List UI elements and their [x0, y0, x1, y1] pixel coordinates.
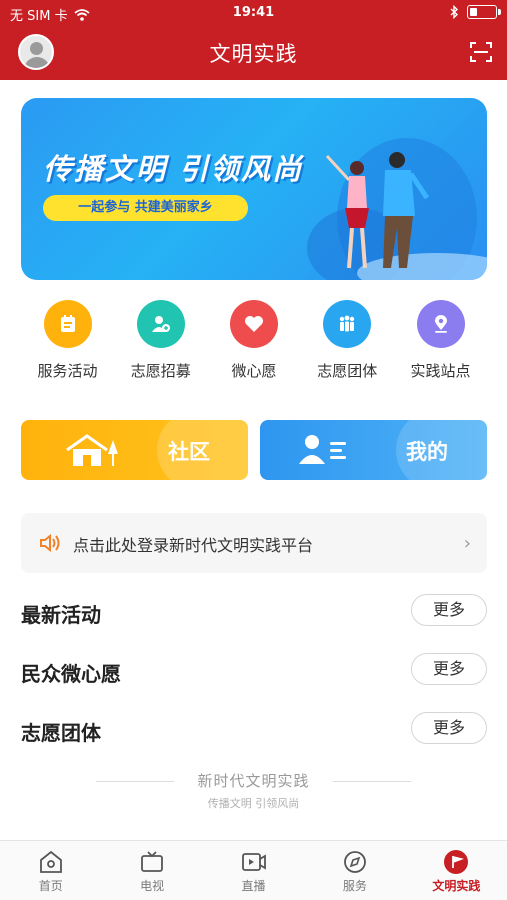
- section-volunteer-groups: 志愿团体 更多: [21, 712, 487, 748]
- quick-link-service-activities[interactable]: 服务活动: [21, 300, 114, 390]
- login-notice[interactable]: 点击此处登录新时代文明实践平台 ›: [21, 513, 487, 573]
- more-button[interactable]: 更多: [411, 712, 487, 744]
- footer-slogan: 新时代文明实践 传播文明 引领风尚: [0, 770, 507, 811]
- banner-illustration: [307, 138, 487, 280]
- more-button[interactable]: 更多: [411, 594, 487, 626]
- more-button[interactable]: 更多: [411, 653, 487, 685]
- heart-icon: [230, 300, 278, 348]
- quick-links: 服务活动 志愿招募 微心愿 志愿团体 实践站点: [21, 300, 487, 390]
- community-button[interactable]: 社区: [21, 420, 248, 480]
- home-icon: [39, 850, 62, 873]
- login-notice-text: 点击此处登录新时代文明实践平台: [73, 536, 314, 555]
- scan-icon[interactable]: [469, 40, 493, 64]
- tab-service[interactable]: 服务: [304, 841, 405, 900]
- live-icon: [241, 853, 266, 871]
- tab-label: 电视: [140, 879, 165, 893]
- quick-link-label: 志愿团体: [317, 362, 378, 380]
- tab-live[interactable]: 直播: [203, 841, 304, 900]
- banner-headline: 传播文明 引领风尚: [43, 152, 304, 186]
- user-add-icon: [136, 300, 185, 348]
- top-bar: 无 SIM 卡 19:41 文明实践: [0, 0, 507, 80]
- profile-card-icon: [299, 435, 346, 464]
- quick-link-practice-sites[interactable]: 实践站点: [394, 300, 487, 390]
- mine-label: 我的: [406, 440, 448, 464]
- speaker-icon: [40, 533, 60, 553]
- quick-link-label: 志愿招募: [130, 362, 191, 380]
- quick-link-volunteer-recruit[interactable]: 志愿招募: [114, 300, 207, 390]
- section-title: 最新活动: [21, 603, 101, 627]
- house-icon: [66, 434, 118, 466]
- banner-tagline: 一起参与 共建美丽家乡: [43, 195, 248, 221]
- tab-label: 直播: [241, 879, 266, 893]
- bluetooth-icon: [450, 5, 459, 19]
- battery-icon: [467, 5, 501, 19]
- tab-label: 文明实践: [432, 879, 481, 893]
- status-time: 19:41: [232, 5, 275, 20]
- slogan-main: 新时代文明实践: [197, 772, 310, 790]
- tab-civilization-practice[interactable]: 文明实践: [406, 841, 507, 900]
- group-icon: [323, 300, 372, 348]
- divider: [333, 781, 411, 782]
- section-public-wishes: 民众微心愿 更多: [21, 653, 487, 689]
- compass-icon: [344, 851, 366, 873]
- community-label: 社区: [168, 440, 210, 464]
- page-title: 文明实践: [209, 42, 298, 66]
- section-latest-activities: 最新活动 更多: [21, 594, 487, 630]
- chevron-right-icon: ›: [463, 533, 471, 554]
- tab-bar: 首页 电视 直播 服务 文明实践: [0, 840, 507, 900]
- tab-label: 首页: [38, 879, 63, 893]
- status-right: [450, 5, 501, 19]
- tv-icon: [141, 851, 164, 872]
- quick-link-label: 实践站点: [410, 362, 471, 380]
- flag-icon: [444, 850, 469, 874]
- tab-tv[interactable]: 电视: [101, 841, 202, 900]
- slogan-sub: 传播文明 引领风尚: [207, 797, 300, 810]
- quick-link-label: 服务活动: [37, 362, 98, 380]
- tab-label: 服务: [342, 879, 367, 893]
- section-title: 民众微心愿: [21, 662, 121, 686]
- quick-link-micro-wish[interactable]: 微心愿: [208, 300, 301, 390]
- tab-home[interactable]: 首页: [0, 841, 101, 900]
- quick-link-volunteer-groups[interactable]: 志愿团体: [301, 300, 394, 390]
- section-title: 志愿团体: [21, 721, 101, 745]
- calendar-icon: [43, 300, 92, 348]
- divider: [96, 781, 174, 782]
- quick-link-label: 微心愿: [231, 362, 277, 380]
- location-icon: [416, 300, 465, 348]
- status-bar: 无 SIM 卡 19:41: [0, 0, 507, 28]
- hero-banner[interactable]: 传播文明 引领风尚 一起参与 共建美丽家乡: [21, 98, 487, 280]
- mine-button[interactable]: 我的: [260, 420, 487, 480]
- nav-bar: 文明实践: [0, 28, 507, 80]
